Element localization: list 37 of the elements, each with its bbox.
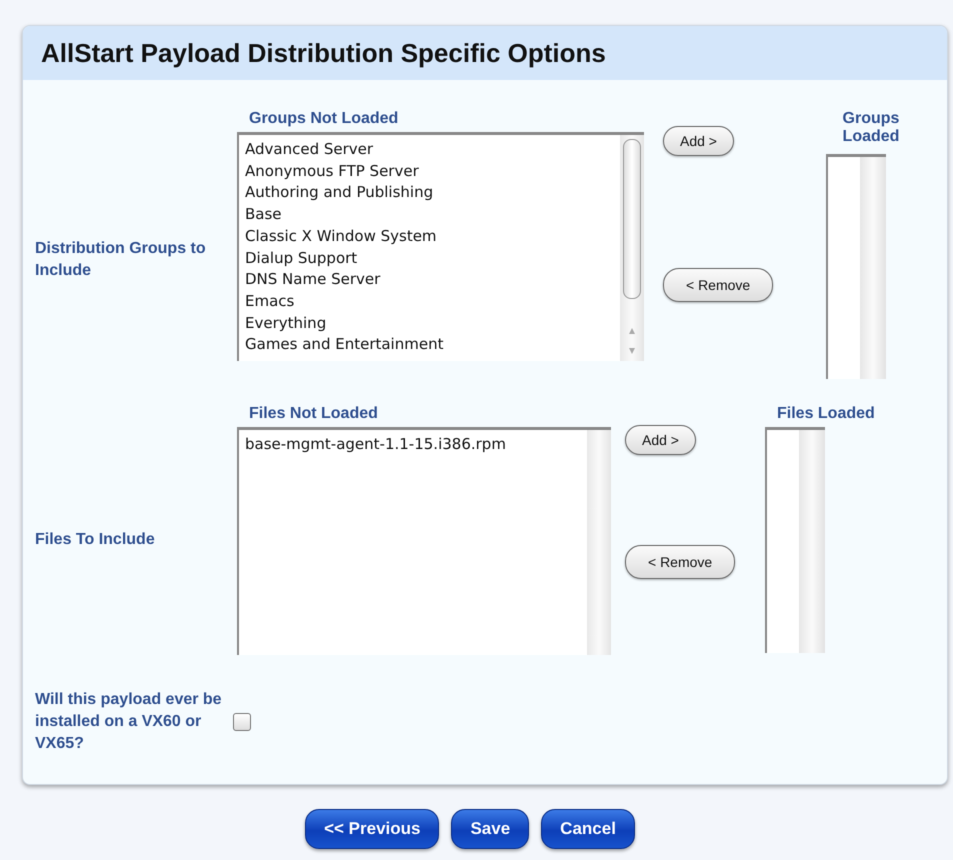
scrollbar[interactable]: [799, 430, 825, 653]
list-box[interactable]: [765, 427, 825, 653]
add-button[interactable]: Add >: [625, 425, 696, 455]
section-label: Distribution Groups to Include: [34, 239, 207, 281]
list-item[interactable]: Base: [245, 204, 614, 226]
list-item[interactable]: Emacs: [245, 290, 614, 313]
list-item[interactable]: Authoring and Publishing: [245, 182, 614, 204]
list-item[interactable]: Everything: [245, 312, 614, 334]
list-item[interactable]: Classic X Window System: [245, 226, 614, 248]
list-heading: Groups Not Loaded: [248, 110, 400, 129]
add-button[interactable]: Add >: [663, 126, 734, 156]
list-box[interactable]: base-mgmt-agent-1.1-15.i386.rpm: [237, 427, 611, 655]
option-label: Will this payload ever be installed on a VX60 or VX65?: [34, 690, 223, 754]
panel-title: AllStart Payload Distribution Specific Options: [41, 38, 606, 68]
footer-button[interactable]: << Previous: [305, 809, 440, 849]
list-box[interactable]: Advanced Server Anonymous FTP Server Authoring and Publishing Base Classic X Window System Dialup Support DNS Name Server Emacs Everything Games and Entertainment: [237, 132, 644, 361]
scrollbar[interactable]: [860, 157, 886, 379]
list-item[interactable]: Anonymous FTP Server: [245, 160, 614, 182]
list-heading: Files Not Loaded: [248, 405, 379, 424]
scrollbar[interactable]: [620, 135, 644, 361]
scroll-down-icon[interactable]: [628, 347, 636, 355]
remove-button[interactable]: < Remove: [663, 268, 774, 302]
scrollbar[interactable]: [587, 430, 611, 655]
section-label: Files To Include: [34, 530, 156, 550]
list-item[interactable]: Advanced Server: [245, 139, 614, 161]
list-heading: Groups Loaded: [842, 110, 900, 147]
scroll-up-icon[interactable]: [628, 327, 636, 335]
checkbox[interactable]: [233, 713, 251, 731]
footer-button[interactable]: Cancel: [541, 809, 635, 849]
list-item[interactable]: base-mgmt-agent-1.1-15.i386.rpm: [245, 434, 581, 456]
list-item[interactable]: Dialup Support: [245, 248, 614, 270]
list-heading: Files Loaded: [776, 405, 876, 424]
list-item[interactable]: DNS Name Server: [245, 269, 614, 291]
footer-button[interactable]: Save: [451, 809, 530, 849]
list-item[interactable]: Games and Entertainment: [245, 334, 614, 356]
remove-button[interactable]: < Remove: [625, 545, 736, 579]
list-box[interactable]: [826, 154, 886, 379]
